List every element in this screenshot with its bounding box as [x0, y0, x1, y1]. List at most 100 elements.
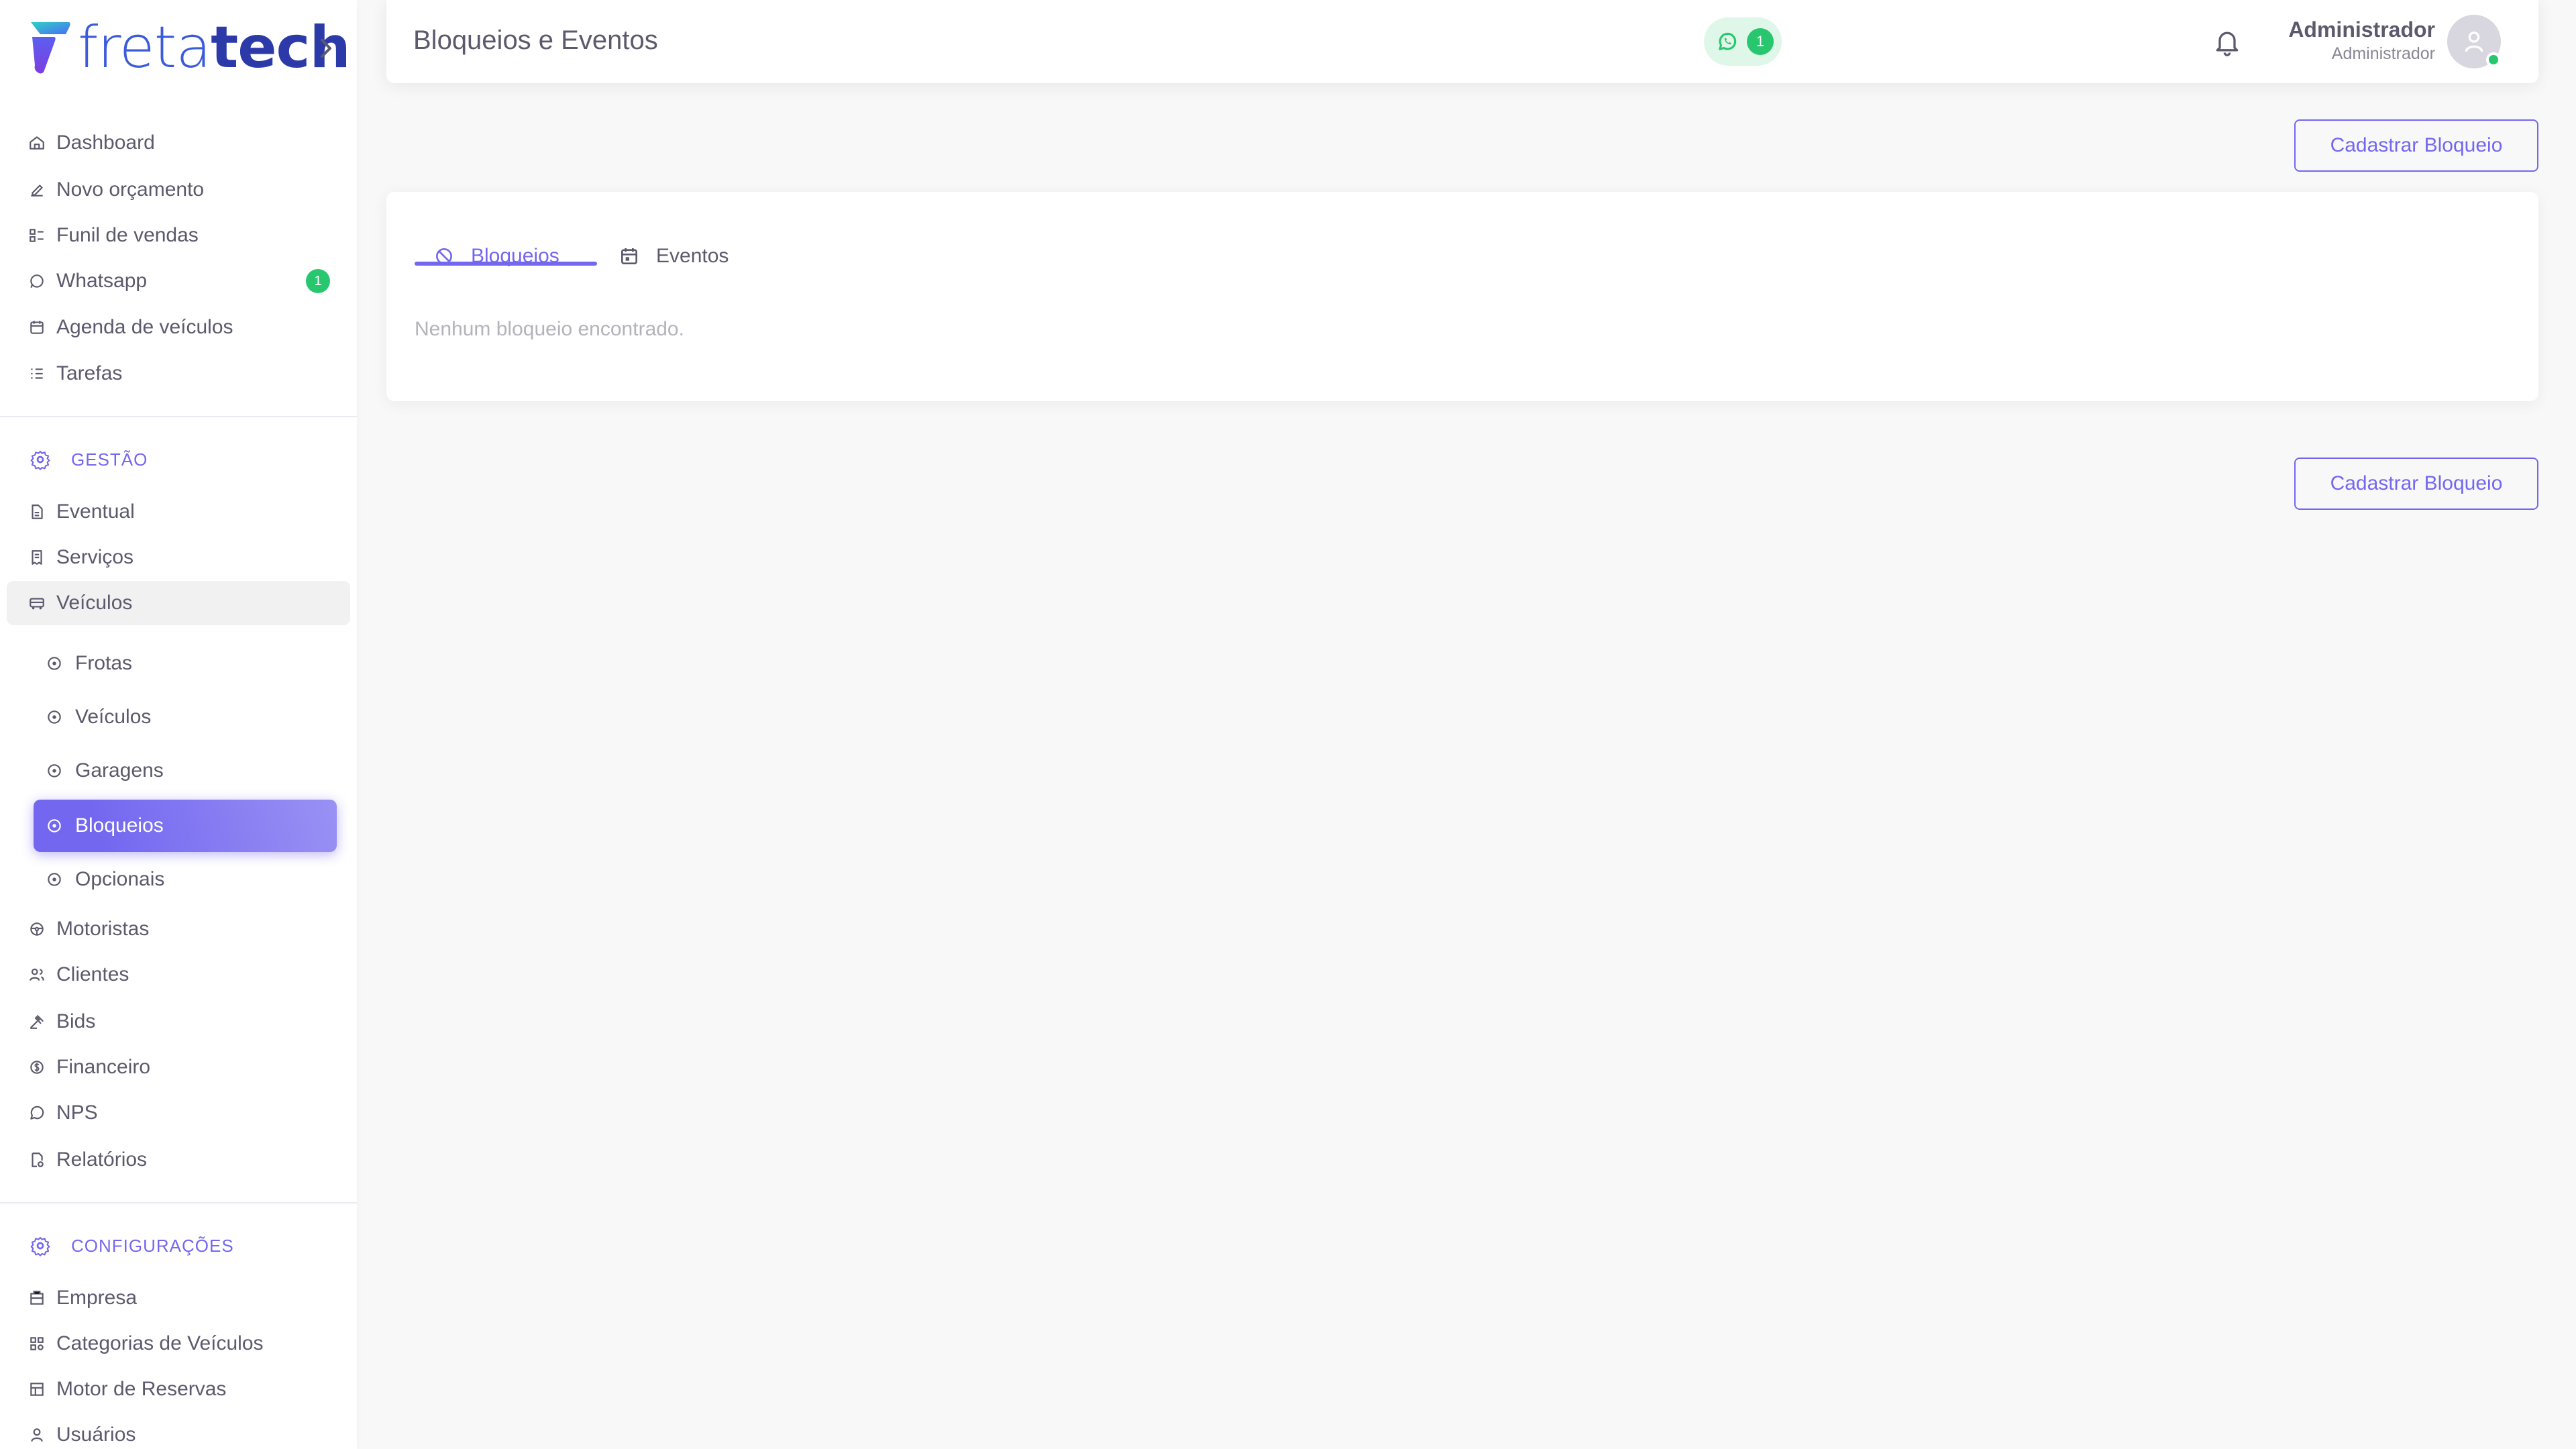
whatsapp-icon [1719, 32, 1737, 50]
sidebar-subitem-frotas[interactable]: Frotas [34, 637, 337, 690]
fretatech-logo-icon [31, 22, 70, 74]
whatsapp-notification-button[interactable]: 1 [1704, 17, 1782, 66]
active-tab-indicator [415, 262, 597, 266]
sidebar-item-label: Whatsapp [56, 270, 148, 292]
sidebar-item-label: Motor de Reservas [56, 1378, 227, 1400]
sidebar-item-label: Veículos [56, 592, 133, 614]
avatar[interactable] [2447, 15, 2501, 68]
table-icon [30, 1383, 44, 1396]
users-icon [30, 968, 44, 981]
section-header-gestao: GESTÃO [30, 443, 148, 476]
sidebar: fretatech Dashboard Novo orçamento Funil… [0, 0, 357, 1449]
gear-icon [30, 1236, 50, 1256]
sidebar-item-label: Dashboard [56, 131, 155, 154]
sidebar-subitem-label: Garagens [75, 759, 164, 782]
circle-dot-icon [48, 710, 61, 724]
bell-icon[interactable] [2212, 27, 2242, 56]
user-role: Administrador [2331, 44, 2435, 63]
sidebar-item-label: Bids [56, 1010, 96, 1032]
sidebar-item-motoristas[interactable]: Motoristas [7, 907, 350, 951]
coin-icon [30, 1061, 44, 1074]
gear-icon [30, 450, 50, 470]
sidebar-divider [0, 416, 357, 417]
sidebar-item-motor-de-reservas[interactable]: Motor de Reservas [7, 1367, 350, 1411]
tab-eventos[interactable]: Eventos [619, 229, 729, 283]
sidebar-item-label: Agenda de veículos [56, 316, 233, 338]
sidebar-item-novo-orcamento[interactable]: Novo orçamento [7, 168, 350, 212]
brand-logo[interactable]: fretatech [27, 14, 351, 81]
sidebar-item-whatsapp[interactable]: Whatsapp 1 [7, 259, 350, 303]
sidebar-item-usuarios[interactable]: Usuários [7, 1413, 350, 1449]
sidebar-subitem-garagens[interactable]: Garagens [34, 745, 337, 797]
page-title: Bloqueios e Eventos [413, 25, 658, 55]
sidebar-subitem-label: Bloqueios [75, 814, 164, 837]
cadastrar-bloqueio-button-bottom[interactable]: Cadastrar Bloqueio [2294, 458, 2538, 510]
sidebar-item-label: NPS [56, 1102, 98, 1124]
sidebar-item-nps[interactable]: NPS [7, 1091, 350, 1135]
steering-wheel-icon [30, 922, 44, 936]
circle-dot-icon [48, 764, 61, 777]
brand-name: fretatech [78, 14, 351, 81]
sidebar-item-label: Tarefas [56, 362, 123, 384]
sidebar-item-funil-de-vendas[interactable]: Funil de vendas [7, 213, 350, 258]
sidebar-subitem-opcionais[interactable]: Opcionais [34, 853, 337, 906]
sidebar-item-dashboard[interactable]: Dashboard [7, 121, 350, 165]
section-title: CONFIGURAÇÕES [71, 1235, 234, 1256]
gavel-icon [30, 1015, 44, 1029]
sidebar-item-label: Funil de vendas [56, 224, 199, 246]
sidebar-item-label: Empresa [56, 1287, 138, 1309]
sidebar-item-label: Relatórios [56, 1148, 148, 1171]
home-icon [30, 136, 44, 150]
section-title: GESTÃO [71, 449, 148, 470]
sidebar-item-label: Usuários [56, 1424, 136, 1446]
sidebar-item-empresa[interactable]: Empresa [7, 1276, 350, 1320]
sidebar-subitem-label: Frotas [75, 652, 133, 674]
user-icon [31, 1428, 43, 1442]
sidebar-item-bids[interactable]: Bids [7, 1000, 350, 1044]
report-icon [32, 1152, 44, 1167]
sidebar-item-clientes[interactable]: Clientes [7, 953, 350, 997]
funnel-icon [30, 229, 44, 242]
sidebar-subitem-veiculos[interactable]: Veículos [34, 691, 337, 743]
sidebar-item-servicos[interactable]: Serviços [7, 535, 350, 580]
circle-dot-icon [48, 819, 61, 833]
sidebar-subitem-label: Veículos [75, 706, 152, 728]
whatsapp-count-badge: 1 [1747, 28, 1774, 55]
calendar-event-icon [621, 248, 637, 264]
edit-icon [31, 184, 43, 197]
whatsapp-badge: 1 [306, 269, 330, 293]
sidebar-subitem-bloqueios[interactable]: Bloqueios [34, 800, 337, 852]
circle-dot-icon [48, 873, 61, 886]
tab-bloqueios[interactable]: Bloqueios [433, 229, 559, 283]
sidebar-divider [0, 1202, 357, 1203]
user-name[interactable]: Administrador [2288, 17, 2435, 42]
sidebar-item-agenda-de-veiculos[interactable]: Agenda de veículos [7, 305, 350, 350]
sidebar-item-label: Eventual [56, 500, 135, 523]
receipt-icon [32, 550, 42, 565]
sidebar-item-veiculos[interactable]: Veículos [7, 581, 350, 625]
sidebar-item-label: Serviços [56, 546, 134, 568]
file-icon [32, 504, 43, 519]
sidebar-item-relatorios[interactable]: Relatórios [7, 1138, 350, 1182]
section-header-configuracoes: CONFIGURAÇÕES [30, 1229, 234, 1263]
sidebar-item-label: Novo orçamento [56, 178, 205, 201]
sidebar-item-tarefas[interactable]: Tarefas [7, 352, 350, 396]
cadastrar-bloqueio-button[interactable]: Cadastrar Bloqueio [2294, 119, 2538, 172]
sidebar-item-label: Clientes [56, 963, 129, 985]
sidebar-item-financeiro[interactable]: Financeiro [7, 1045, 350, 1089]
message-circle-icon [30, 1106, 44, 1120]
sidebar-item-categorias-de-veiculos[interactable]: Categorias de Veículos [7, 1322, 350, 1366]
user-icon [2465, 32, 2483, 52]
list-check-icon [31, 368, 43, 379]
bus-icon [30, 598, 44, 610]
bloqueios-card: Bloqueios Eventos Nenhum bloqueio encont… [386, 192, 2538, 401]
tab-label: Eventos [656, 245, 729, 267]
online-status-dot [2486, 52, 2501, 67]
sidebar-subitem-label: Opcionais [75, 868, 165, 890]
sidebar-item-label: Motoristas [56, 918, 150, 940]
chevron-right-icon[interactable] [317, 35, 335, 62]
whatsapp-icon [30, 274, 44, 288]
sidebar-item-eventual[interactable]: Eventual [7, 490, 350, 534]
building-icon [30, 1291, 44, 1305]
calendar-icon [30, 321, 44, 334]
